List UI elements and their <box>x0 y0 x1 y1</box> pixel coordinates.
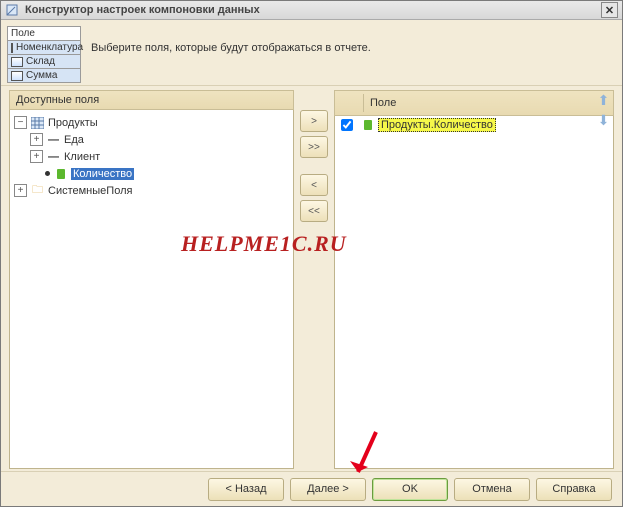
selected-fields-header: Поле <box>334 90 614 116</box>
move-right-all-button[interactable]: >> <box>300 136 328 158</box>
tree-label: Количество <box>71 168 134 180</box>
green-field-icon <box>54 167 67 180</box>
selected-fields-list[interactable]: Продукты.Количество <box>334 116 614 469</box>
tree-node[interactable]: + — Клиент <box>12 148 291 165</box>
row-checkbox[interactable] <box>335 116 357 134</box>
tree-node[interactable]: − Продукты <box>12 114 291 131</box>
header-label: Поле <box>11 28 35 39</box>
move-left-button[interactable]: < <box>300 174 328 196</box>
ok-button[interactable]: OK <box>372 478 448 501</box>
instruction-row: Поле Номенклатура Склад Сумма Выберите п… <box>1 20 622 86</box>
header-icon <box>11 43 13 53</box>
header-icon <box>11 57 23 67</box>
move-buttons-column: > >> < << <box>294 90 334 469</box>
dash-icon: — <box>47 133 60 146</box>
tree-label: Еда <box>64 134 84 146</box>
header-icon <box>11 71 23 81</box>
header-label: Номенклатура <box>16 42 83 53</box>
close-button[interactable]: ✕ <box>601 2 618 18</box>
header-item[interactable]: Поле <box>8 27 80 41</box>
tree-label: Клиент <box>64 151 100 163</box>
header-label: Склад <box>26 56 55 67</box>
folder-icon: 🗀 <box>31 184 44 197</box>
list-item[interactable]: Продукты.Количество <box>335 116 613 134</box>
expander-icon[interactable]: − <box>14 116 27 129</box>
tree-node-selected[interactable]: Количество <box>12 165 291 182</box>
header-item[interactable]: Сумма <box>8 69 80 82</box>
available-fields-pane: Доступные поля − Продукты + — Еда + <box>9 90 294 469</box>
available-fields-tree[interactable]: − Продукты + — Еда + — Клиент <box>9 110 294 469</box>
app-icon <box>5 3 19 17</box>
back-button[interactable]: < Назад <box>208 478 284 501</box>
header-label: Сумма <box>26 70 57 81</box>
expander-icon[interactable]: + <box>30 133 43 146</box>
move-left-all-button[interactable]: << <box>300 200 328 222</box>
cancel-button[interactable]: Отмена <box>454 478 530 501</box>
header-item[interactable]: Номенклатура <box>8 41 80 55</box>
column-header-field: Поле <box>364 94 607 112</box>
move-down-button[interactable]: ⬇ <box>595 112 612 129</box>
move-right-button[interactable]: > <box>300 110 328 132</box>
tree-node[interactable]: + — Еда <box>12 131 291 148</box>
selected-fields-pane: Поле Продукты.Количество ⬆ ⬇ <box>334 90 614 469</box>
next-button[interactable]: Далее > <box>290 478 366 501</box>
expander-spacer <box>30 168 41 179</box>
dialog-window: Конструктор настроек компоновки данных ✕… <box>0 0 623 507</box>
field-label: Продукты.Количество <box>378 118 496 132</box>
dash-icon: — <box>47 150 60 163</box>
available-fields-header: Доступные поля <box>9 90 294 110</box>
step-headers: Поле Номенклатура Склад Сумма <box>7 26 81 83</box>
window-title: Конструктор настроек компоновки данных <box>25 4 595 16</box>
tree-label: СистемныеПоля <box>48 185 132 197</box>
table-icon <box>31 116 44 129</box>
move-up-button[interactable]: ⬆ <box>595 92 612 109</box>
instruction-text: Выберите поля, которые будут отображатьс… <box>91 26 371 54</box>
footer-buttons: < Назад Далее > OK Отмена Справка <box>1 471 622 506</box>
titlebar: Конструктор настроек компоновки данных ✕ <box>1 1 622 20</box>
green-field-icon <box>361 119 374 132</box>
reorder-buttons: ⬆ ⬇ <box>595 92 612 129</box>
tree-node[interactable]: + 🗀 СистемныеПоля <box>12 182 291 199</box>
middle-area: Доступные поля − Продукты + — Еда + <box>1 86 622 471</box>
help-button[interactable]: Справка <box>536 478 612 501</box>
bullet-icon <box>45 171 50 176</box>
expander-icon[interactable]: + <box>30 150 43 163</box>
expander-icon[interactable]: + <box>14 184 27 197</box>
tree-label: Продукты <box>48 117 98 129</box>
header-item[interactable]: Склад <box>8 55 80 69</box>
